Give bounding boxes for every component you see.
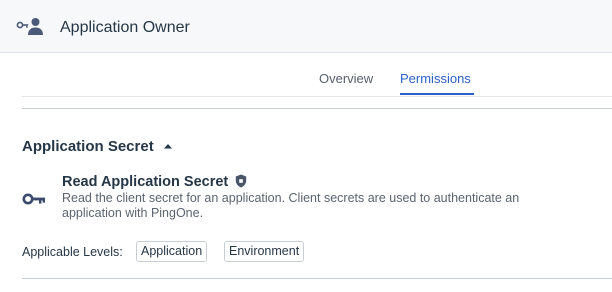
tab-permissions[interactable]: Permissions: [400, 71, 471, 86]
caret-up-icon[interactable]: [163, 142, 173, 150]
divider: [22, 108, 612, 109]
permission-title: Read Application Secret: [62, 174, 229, 190]
applicable-levels-label: Applicable Levels:: [22, 245, 123, 259]
active-tab-indicator: [400, 93, 474, 95]
tab-overview[interactable]: Overview: [319, 71, 373, 86]
level-chip-environment: Environment: [224, 241, 305, 262]
key-icon: [22, 193, 45, 205]
page-title: Application Owner: [60, 19, 190, 36]
page-header: Application Owner: [0, 0, 612, 53]
level-chip-application: Application: [136, 241, 208, 262]
key-user-icon: [16, 18, 43, 35]
shield-icon: [235, 174, 247, 188]
section-title[interactable]: Application Secret: [22, 138, 154, 155]
divider: [22, 278, 612, 279]
permission-description: Read the client secret for an applicatio…: [62, 191, 520, 220]
tab-bar: Overview Permissions: [22, 60, 612, 97]
